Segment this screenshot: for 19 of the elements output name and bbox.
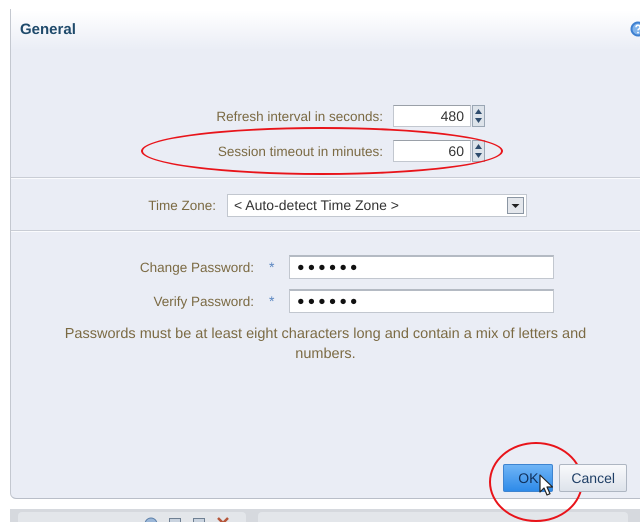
cursor-icon [539,474,554,496]
spinner-icon[interactable] [472,105,485,127]
required-mark: * [269,259,276,275]
number-field[interactable]: 480 [393,105,471,127]
spinner-icon[interactable] [472,140,485,162]
password-field[interactable]: •••••• [289,255,554,279]
time-zone-dropdown[interactable]: < Auto-detect Time Zone > [227,194,527,216]
required-mark: * [269,293,276,309]
number-field[interactable]: 60 [393,140,471,162]
dialog-button[interactable]: OK [503,464,554,492]
field-label: Session timeout in minutes: [216,144,383,158]
field-label: Time Zone: [147,198,216,212]
dialog-button[interactable]: Cancel [559,464,627,492]
password-hint: Passwords must be at least eight characters long and contain a mix of letters and numbers. [64,325,588,364]
field-label: Verify Password: [152,294,254,308]
password-field[interactable]: •••••• [289,289,554,313]
field-label: Refresh interval in seconds: [215,108,383,124]
dialog-title: General [20,20,76,38]
field-label: Change Password: [138,260,254,274]
